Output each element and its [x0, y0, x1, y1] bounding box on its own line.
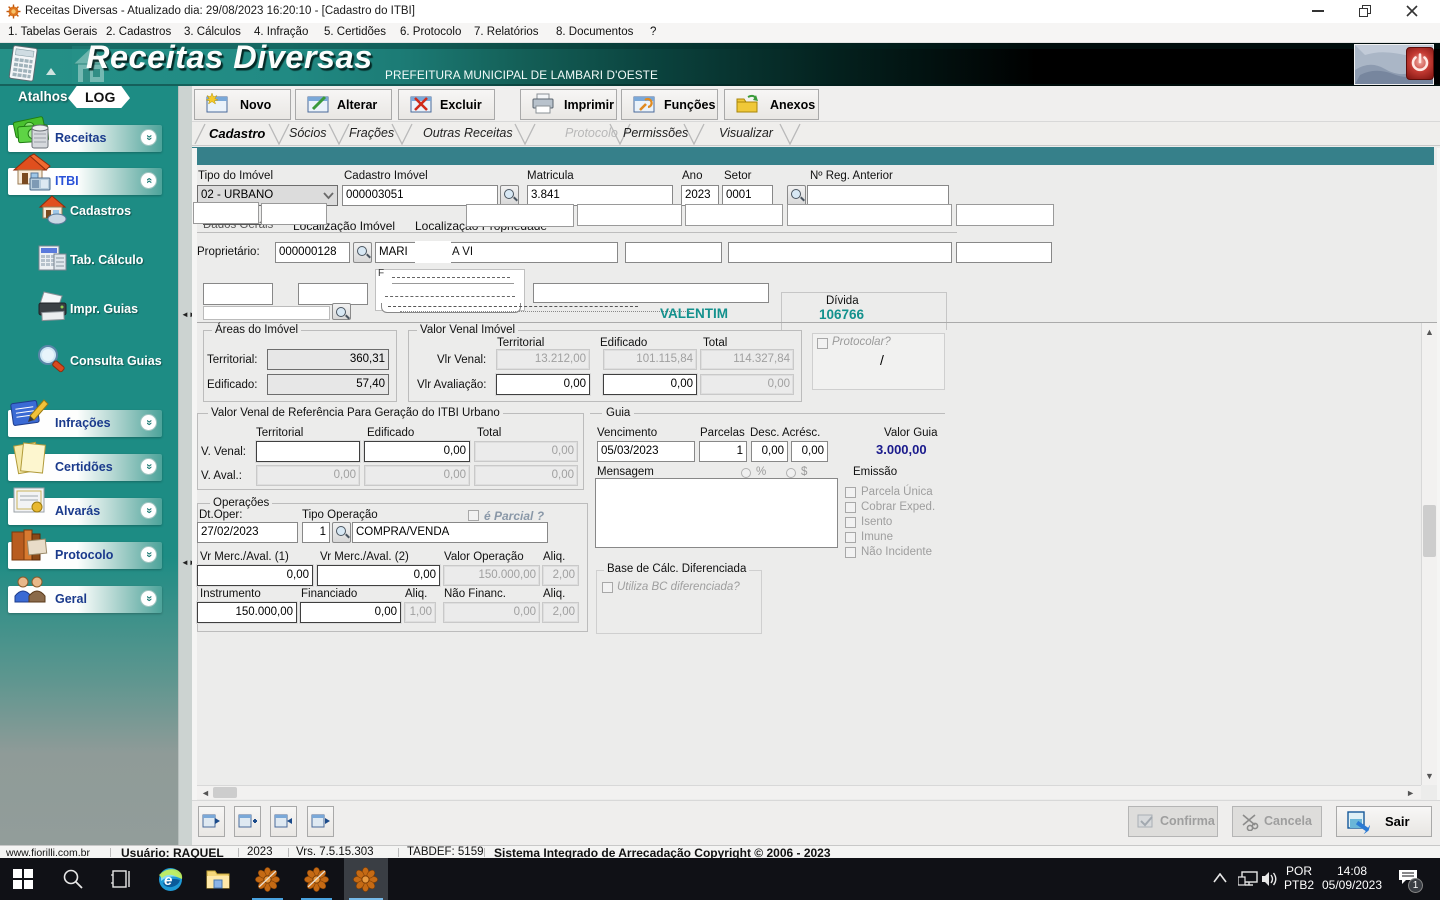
svg-text:e: e	[164, 872, 172, 889]
